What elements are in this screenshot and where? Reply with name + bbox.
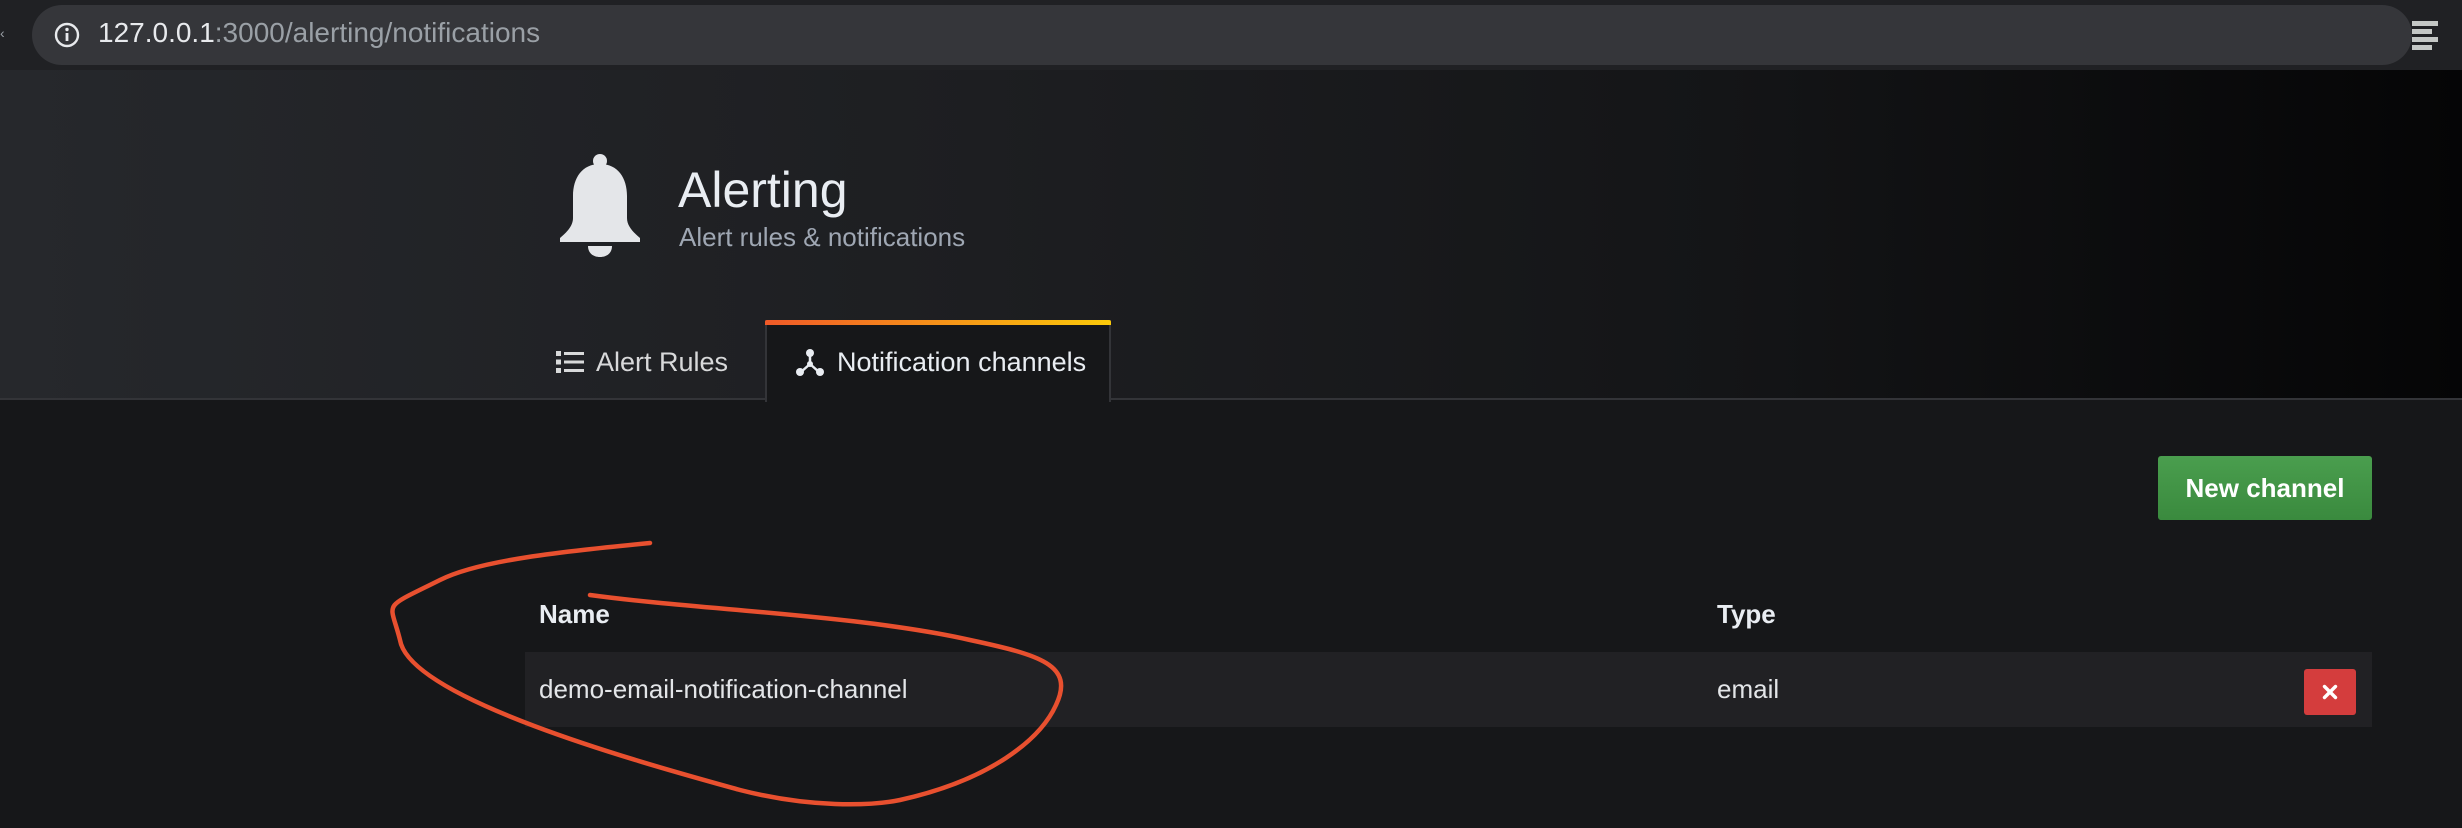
url-host: 127.0.0.1: [98, 17, 215, 48]
page-header: Alerting Alert rules & notifications Ale…: [0, 70, 2462, 402]
list-icon: [556, 351, 584, 373]
share-nodes-icon: [796, 349, 824, 376]
delete-channel-button[interactable]: [2304, 669, 2356, 715]
channel-name-cell[interactable]: demo-email-notification-channel: [539, 669, 908, 709]
new-channel-button[interactable]: New channel: [2158, 456, 2372, 520]
bell-icon: [560, 154, 640, 257]
back-arrow-icon[interactable]: ‹: [0, 26, 6, 40]
info-icon[interactable]: [52, 20, 82, 50]
browser-toolbar: ‹ 127.0.0.1:3000/alerting/notifications: [0, 0, 2462, 70]
tab-alert-rules[interactable]: Alert Rules: [540, 322, 744, 402]
url-text[interactable]: 127.0.0.1:3000/alerting/notifications: [98, 13, 540, 53]
tab-alert-rules-label: Alert Rules: [596, 346, 729, 377]
column-header-type: Type: [1717, 599, 1776, 629]
tab-notification-channels[interactable]: Notification channels: [765, 320, 1111, 402]
channel-type-cell: email: [1717, 674, 1780, 704]
browser-menu-icon[interactable]: [2412, 20, 2438, 50]
page-title: Alerting: [678, 162, 848, 218]
page-subtitle: Alert rules & notifications: [679, 222, 966, 252]
url-path: :3000/alerting/notifications: [214, 17, 541, 48]
table-row[interactable]: demo-email-notification-channel email: [525, 652, 2372, 727]
tab-notification-channels-label: Notification channels: [837, 346, 1087, 377]
close-icon: [2322, 684, 2338, 700]
column-header-name: Name: [539, 599, 610, 629]
